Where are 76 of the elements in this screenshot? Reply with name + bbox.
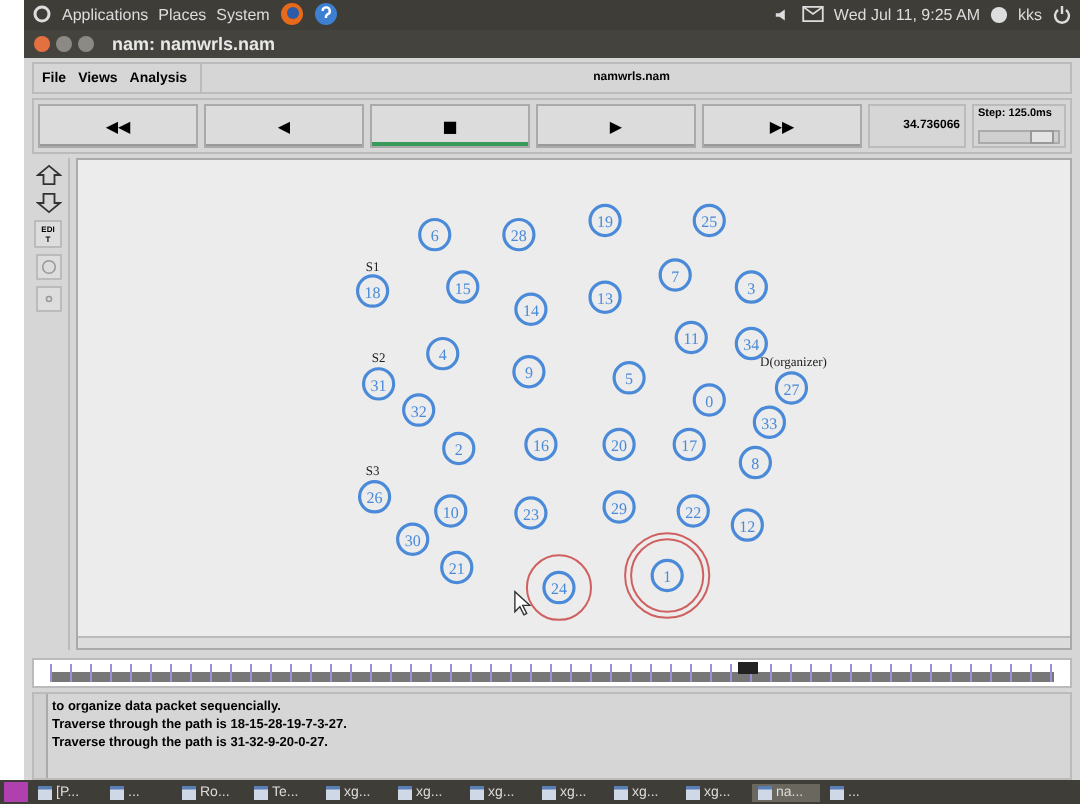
- network-node: 0: [692, 383, 726, 417]
- network-node: 26: [357, 480, 392, 514]
- network-node: 8: [738, 445, 772, 480]
- window-icon: [398, 785, 412, 799]
- mail-icon[interactable]: [801, 6, 824, 23]
- window-title: nam: namwrls.nam: [112, 33, 276, 54]
- panel-menu[interactable]: System: [216, 5, 270, 24]
- panel-menu[interactable]: Places: [158, 5, 207, 24]
- playback-button[interactable]: ▶: [536, 104, 696, 149]
- user-icon[interactable]: [990, 5, 1008, 24]
- network-node: 25: [692, 203, 726, 238]
- playback-button[interactable]: ◀◀: [38, 104, 198, 149]
- network-node: 19: [588, 203, 622, 238]
- network-node: 3: [734, 270, 768, 304]
- network-node: 28: [502, 217, 536, 252]
- network-node: 14: [514, 292, 548, 327]
- network-node: 1: [624, 532, 711, 619]
- network-node: 23: [514, 496, 548, 530]
- network-node: 11: [674, 320, 708, 355]
- window-icon: [614, 785, 628, 799]
- network-node: 15: [446, 270, 480, 304]
- network-node: 27: [774, 371, 809, 405]
- network-node: 12: [730, 508, 764, 542]
- user-name[interactable]: kks: [1018, 5, 1042, 24]
- network-node: 33: [752, 405, 787, 439]
- network-node: 13: [588, 280, 622, 314]
- window-icon: [758, 785, 772, 799]
- slider-thumb[interactable]: [1030, 130, 1055, 145]
- zoom-in-icon[interactable]: [35, 164, 61, 187]
- close-button[interactable]: [34, 35, 50, 52]
- playback-button[interactable]: ◀: [204, 104, 364, 149]
- network-node: 7: [658, 258, 692, 292]
- window-icon: [182, 785, 196, 799]
- horizontal-scrollbar[interactable]: [78, 636, 1070, 649]
- playback-button[interactable]: ■: [370, 104, 530, 149]
- network-node: 24: [525, 554, 593, 621]
- network-node: 4: [426, 336, 460, 371]
- network-node: 6: [418, 217, 452, 252]
- network-node: 31: [361, 367, 396, 401]
- network-node: 30: [396, 522, 430, 556]
- network-node: 10: [434, 494, 468, 528]
- window-icon: [470, 785, 484, 799]
- clock[interactable]: Wed Jul 11, 9:25 AM: [833, 5, 980, 24]
- window-icon: [686, 785, 700, 799]
- step-slider[interactable]: [978, 130, 1060, 145]
- maximize-button[interactable]: [78, 35, 94, 52]
- minimize-button[interactable]: [56, 35, 72, 52]
- network-node: 9: [512, 355, 546, 389]
- network-node: 2: [442, 431, 476, 466]
- panel-menu[interactable]: Applications: [62, 5, 149, 24]
- browser-icon[interactable]: [279, 2, 304, 27]
- network-node: 21: [440, 550, 474, 585]
- timeline-slider[interactable]: [32, 658, 1072, 689]
- mouse-cursor-icon: [514, 590, 532, 616]
- timeline-marker[interactable]: [738, 662, 759, 675]
- network-node: 16: [524, 427, 558, 462]
- window-icon: [110, 785, 124, 799]
- window-icon: [542, 785, 556, 799]
- network-node: 17: [672, 427, 706, 462]
- window-icon: [254, 785, 268, 799]
- network-node: 20: [602, 427, 636, 462]
- help-icon[interactable]: [313, 2, 338, 27]
- network-node: 22: [676, 494, 710, 528]
- vertical-scrollbar[interactable]: [34, 694, 48, 779]
- network-node: 29: [602, 490, 636, 524]
- window-icon: [38, 785, 52, 799]
- network-node: 32: [402, 393, 436, 427]
- power-icon[interactable]: [1052, 4, 1072, 25]
- logo-icon: [32, 4, 52, 25]
- window-icon: [830, 785, 844, 799]
- window-icon: [326, 785, 340, 799]
- circle-icon[interactable]: [35, 254, 61, 281]
- network-node: 18: [355, 274, 390, 308]
- zoom-out-icon[interactable]: [35, 192, 61, 215]
- playback-button[interactable]: ▶▶: [702, 104, 862, 149]
- network-node: 5: [612, 361, 646, 395]
